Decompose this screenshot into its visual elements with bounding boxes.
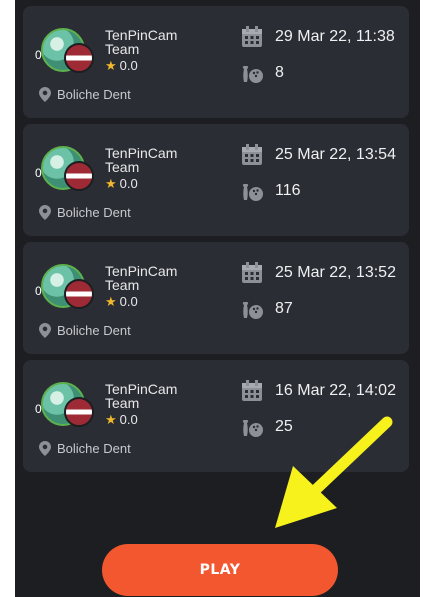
- game-date: 16 Mar 22, 14:02: [241, 380, 396, 402]
- team-name: TenPinCam Team: [105, 27, 178, 57]
- bowling-icon: [241, 180, 263, 202]
- team-rating: ★ 0.0: [105, 412, 138, 427]
- team-avatar: 0: [35, 262, 97, 309]
- location-pin-icon: [39, 205, 51, 220]
- game-date: 29 Mar 22, 11:38: [241, 26, 395, 48]
- team-avatar: 0: [35, 380, 97, 427]
- team-rating: ★ 0.0: [105, 294, 138, 309]
- bowling-icon: [241, 62, 263, 84]
- calendar-icon: [241, 144, 263, 166]
- calendar-icon: [241, 380, 263, 402]
- team-name: TenPinCam Team: [105, 263, 178, 293]
- game-location: Boliche Dent: [39, 205, 131, 220]
- flag-icon: [64, 279, 94, 309]
- game-score: 8: [241, 62, 284, 84]
- game-card[interactable]: 0 TenPinCam Team ★ 0.0 Boliche Dent 25 Ma…: [23, 124, 409, 236]
- game-location: Boliche Dent: [39, 441, 131, 456]
- team-avatar: 0: [35, 26, 97, 73]
- location-pin-icon: [39, 323, 51, 338]
- star-icon: ★: [105, 176, 117, 191]
- star-icon: ★: [105, 294, 117, 309]
- bowling-icon: [241, 416, 263, 438]
- game-date: 25 Mar 22, 13:54: [241, 144, 396, 166]
- star-icon: ★: [105, 412, 117, 427]
- flag-icon: [64, 397, 94, 427]
- flag-icon: [64, 43, 94, 73]
- calendar-icon: [241, 262, 263, 284]
- game-location: Boliche Dent: [39, 323, 131, 338]
- location-pin-icon: [39, 87, 51, 102]
- game-card[interactable]: 0 TenPinCam Team ★ 0.0 Boliche Dent 25 Ma…: [23, 242, 409, 354]
- flag-icon: [64, 161, 94, 191]
- calendar-icon: [241, 26, 263, 48]
- star-icon: ★: [105, 58, 117, 73]
- game-card[interactable]: 0 TenPinCam Team ★ 0.0 Boliche Dent 29 Ma…: [23, 6, 409, 118]
- team-name: TenPinCam Team: [105, 381, 178, 411]
- team-avatar: 0: [35, 144, 97, 191]
- team-rating: ★ 0.0: [105, 176, 138, 191]
- game-score: 116: [241, 180, 301, 202]
- game-location: Boliche Dent: [39, 87, 131, 102]
- game-date: 25 Mar 22, 13:52: [241, 262, 396, 284]
- location-pin-icon: [39, 441, 51, 456]
- team-name: TenPinCam Team: [105, 145, 178, 175]
- game-history-screen: 0 TenPinCam Team ★ 0.0 Boliche Dent 29 Ma…: [15, 0, 420, 597]
- annotation-arrow-icon: [275, 416, 393, 528]
- play-button[interactable]: PLAY: [102, 544, 338, 596]
- team-rating: ★ 0.0: [105, 58, 138, 73]
- game-score: 87: [241, 298, 293, 320]
- bowling-icon: [241, 298, 263, 320]
